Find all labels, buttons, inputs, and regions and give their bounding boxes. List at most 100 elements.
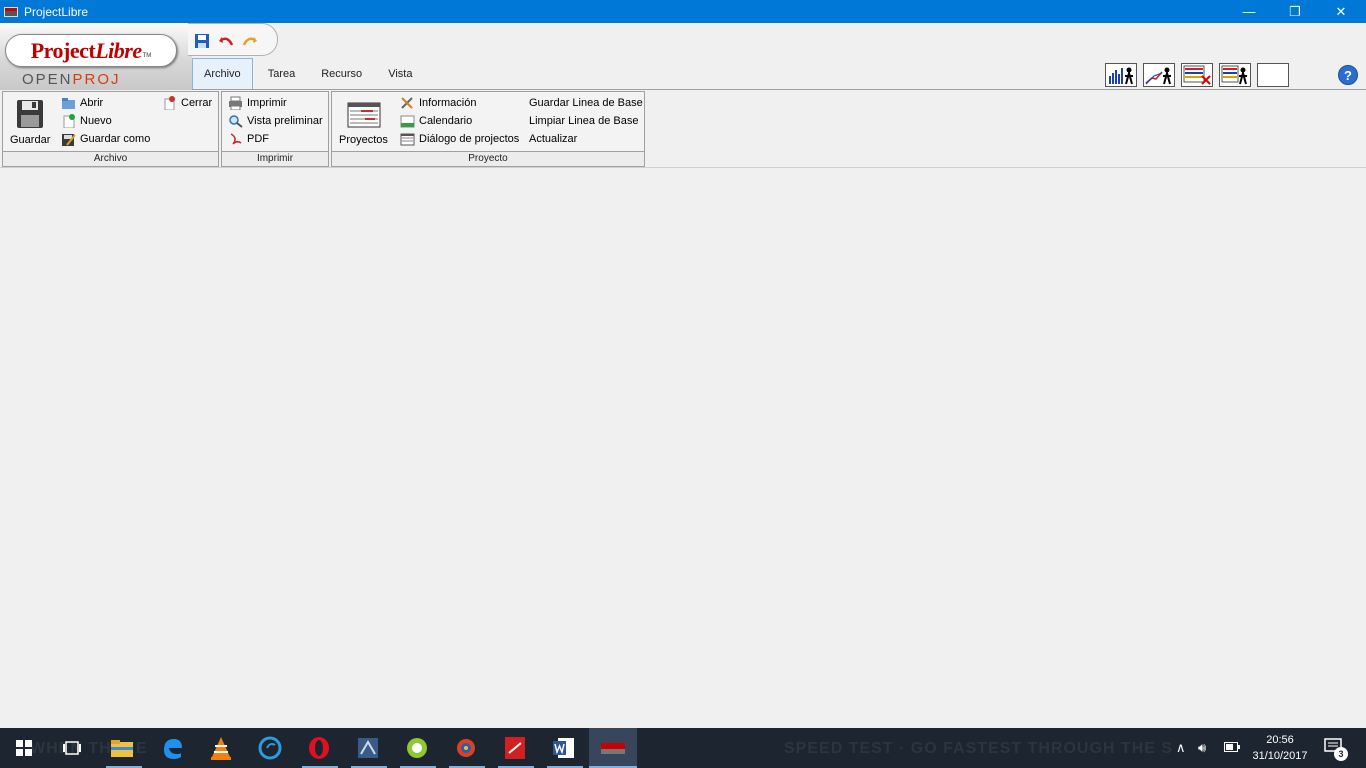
projectlibre-taskbar-icon[interactable] — [599, 734, 627, 762]
save-icon[interactable] — [194, 33, 210, 49]
new-document-icon — [61, 114, 76, 129]
resource-histogram-view-button[interactable] — [1105, 63, 1137, 87]
tab-archivo[interactable]: Archivo — [192, 58, 253, 89]
clock-time: 20:56 — [1266, 734, 1294, 746]
word-icon[interactable] — [550, 734, 578, 762]
print-preview-label: Vista preliminar — [247, 115, 323, 127]
taskbar: WHEN THREE SPEED TEST · GO FASTEST THROU… — [0, 728, 1366, 768]
open-button[interactable]: Abrir — [61, 95, 103, 111]
projects-dialog-icon — [400, 132, 415, 146]
blank-view-button[interactable] — [1257, 63, 1289, 87]
openproj-open-text: OPEN — [22, 71, 73, 88]
save-baseline-label: Guardar Linea de Base — [529, 97, 643, 109]
close-button[interactable]: ✕ — [1318, 0, 1364, 23]
taskbar-clock[interactable]: 20:56 31/10/2017 — [1240, 732, 1320, 764]
vlc-icon[interactable] — [207, 734, 235, 762]
close-document-icon — [162, 96, 177, 111]
logo-libre-text: Libre — [95, 37, 142, 63]
undo-icon[interactable] — [218, 33, 234, 49]
projectlibre-logo[interactable]: ProjectLibre TM — [5, 34, 177, 67]
save-as-icon — [61, 132, 76, 146]
pdf-icon — [228, 132, 243, 146]
new-label: Nuevo — [80, 115, 112, 127]
clock-date: 31/10/2017 — [1252, 750, 1308, 762]
save-baseline-button[interactable]: Guardar Linea de Base — [529, 95, 643, 111]
pdf-button[interactable]: PDF — [228, 131, 269, 147]
close-project-button[interactable]: Cerrar — [162, 95, 212, 111]
open-label: Abrir — [80, 97, 104, 109]
volume-icon[interactable]: 🔊︎ — [1198, 740, 1206, 756]
taskbar-wallpaper-text-right: SPEED TEST · GO FASTEST THROUGH THE S — [784, 740, 1174, 757]
green-app-icon[interactable] — [403, 734, 431, 762]
pdf-reader-icon[interactable] — [501, 734, 529, 762]
print-label: Imprimir — [247, 97, 287, 109]
tab-vista[interactable]: Vista — [377, 58, 423, 89]
show-hidden-icons-icon[interactable]: ∧ — [1176, 740, 1186, 756]
pdf-label: PDF — [247, 133, 269, 145]
clear-baseline-button[interactable]: Limpiar Linea de Base — [529, 113, 638, 129]
ccleaner-icon[interactable] — [256, 734, 284, 762]
battery-icon[interactable] — [1224, 740, 1240, 755]
windows-start-icon[interactable] — [10, 734, 38, 762]
tools-icon — [400, 96, 415, 110]
logo-area: ProjectLibre TM OPENPROJ — [0, 23, 192, 90]
header: ProjectLibre TM OPENPROJ Archivo Tarea R… — [0, 23, 1366, 90]
resource-usage-chart-view-button[interactable] — [1143, 63, 1175, 87]
floppy-disk-icon — [17, 100, 43, 128]
calendar-button[interactable]: Calendario — [400, 113, 472, 129]
ribbon-tabs: Archivo Tarea Recurso Vista — [192, 58, 427, 90]
close-label: Cerrar — [181, 97, 213, 109]
redo-icon[interactable] — [242, 33, 258, 49]
ribbon: Guardar Abrir Nuevo Guardar como Cerrar … — [0, 90, 1366, 168]
update-button[interactable]: Actualizar — [529, 131, 577, 147]
save-as-button[interactable]: Guardar como — [61, 131, 150, 147]
folder-open-icon — [61, 96, 76, 110]
notification-count-badge: 3 — [1334, 747, 1348, 761]
color-app-icon[interactable] — [452, 734, 480, 762]
projects-dialog-button[interactable]: Diálogo de projectos — [400, 131, 519, 147]
project-info-label: Información — [419, 97, 477, 109]
task-usage-view-button[interactable] — [1181, 63, 1213, 87]
file-explorer-icon[interactable] — [108, 734, 136, 762]
archivo-group-label: Archivo — [3, 151, 218, 166]
minimize-button[interactable]: — — [1226, 0, 1272, 23]
edge-browser-icon[interactable] — [158, 734, 186, 762]
network-tool-icon[interactable] — [354, 734, 382, 762]
archivo-group: Guardar Abrir Nuevo Guardar como Cerrar … — [2, 91, 219, 167]
save-label: Guardar — [10, 134, 51, 146]
app-icon — [4, 6, 18, 17]
window-title: ProjectLibre — [24, 4, 89, 19]
print-button[interactable]: Imprimir — [228, 95, 287, 111]
imprimir-group: Imprimir Vista preliminar PDF Imprimir — [221, 91, 329, 167]
title-bar: ProjectLibre — ❐ ✕ — [0, 0, 1366, 23]
printer-icon — [228, 96, 243, 111]
quick-access-toolbar — [188, 23, 278, 56]
help-icon[interactable]: ? — [1338, 65, 1358, 85]
magnifier-icon — [228, 114, 243, 128]
update-label: Actualizar — [529, 133, 578, 145]
projects-table-icon — [347, 102, 381, 128]
action-center-icon[interactable]: 3 — [1324, 738, 1352, 762]
projects-big-button[interactable]: Proyectos — [336, 96, 392, 150]
resource-usage-view-button[interactable] — [1219, 63, 1251, 87]
new-button[interactable]: Nuevo — [61, 113, 112, 129]
proyecto-group-label: Proyecto — [332, 151, 644, 166]
calendar-icon — [400, 114, 415, 128]
logo-tm: TM — [142, 52, 152, 59]
logo-project-text: Project — [30, 37, 96, 63]
clear-baseline-label: Limpiar Linea de Base — [529, 115, 639, 127]
save-big-button[interactable]: Guardar — [7, 96, 51, 150]
calendar-label: Calendario — [419, 115, 473, 127]
main-workspace — [0, 168, 1366, 728]
tab-tarea[interactable]: Tarea — [257, 58, 307, 89]
opera-icon[interactable] — [305, 734, 333, 762]
imprimir-group-label: Imprimir — [222, 151, 328, 166]
tab-recurso[interactable]: Recurso — [310, 58, 373, 89]
projects-dialog-label: Diálogo de projectos — [419, 133, 520, 145]
restore-button[interactable]: ❐ — [1272, 0, 1318, 23]
project-info-button[interactable]: Información — [400, 95, 476, 111]
save-as-label: Guardar como — [80, 133, 151, 145]
task-view-icon[interactable] — [58, 734, 86, 762]
proyecto-group: Proyectos Información Calendario Diálogo… — [331, 91, 645, 167]
print-preview-button[interactable]: Vista preliminar — [228, 113, 323, 129]
